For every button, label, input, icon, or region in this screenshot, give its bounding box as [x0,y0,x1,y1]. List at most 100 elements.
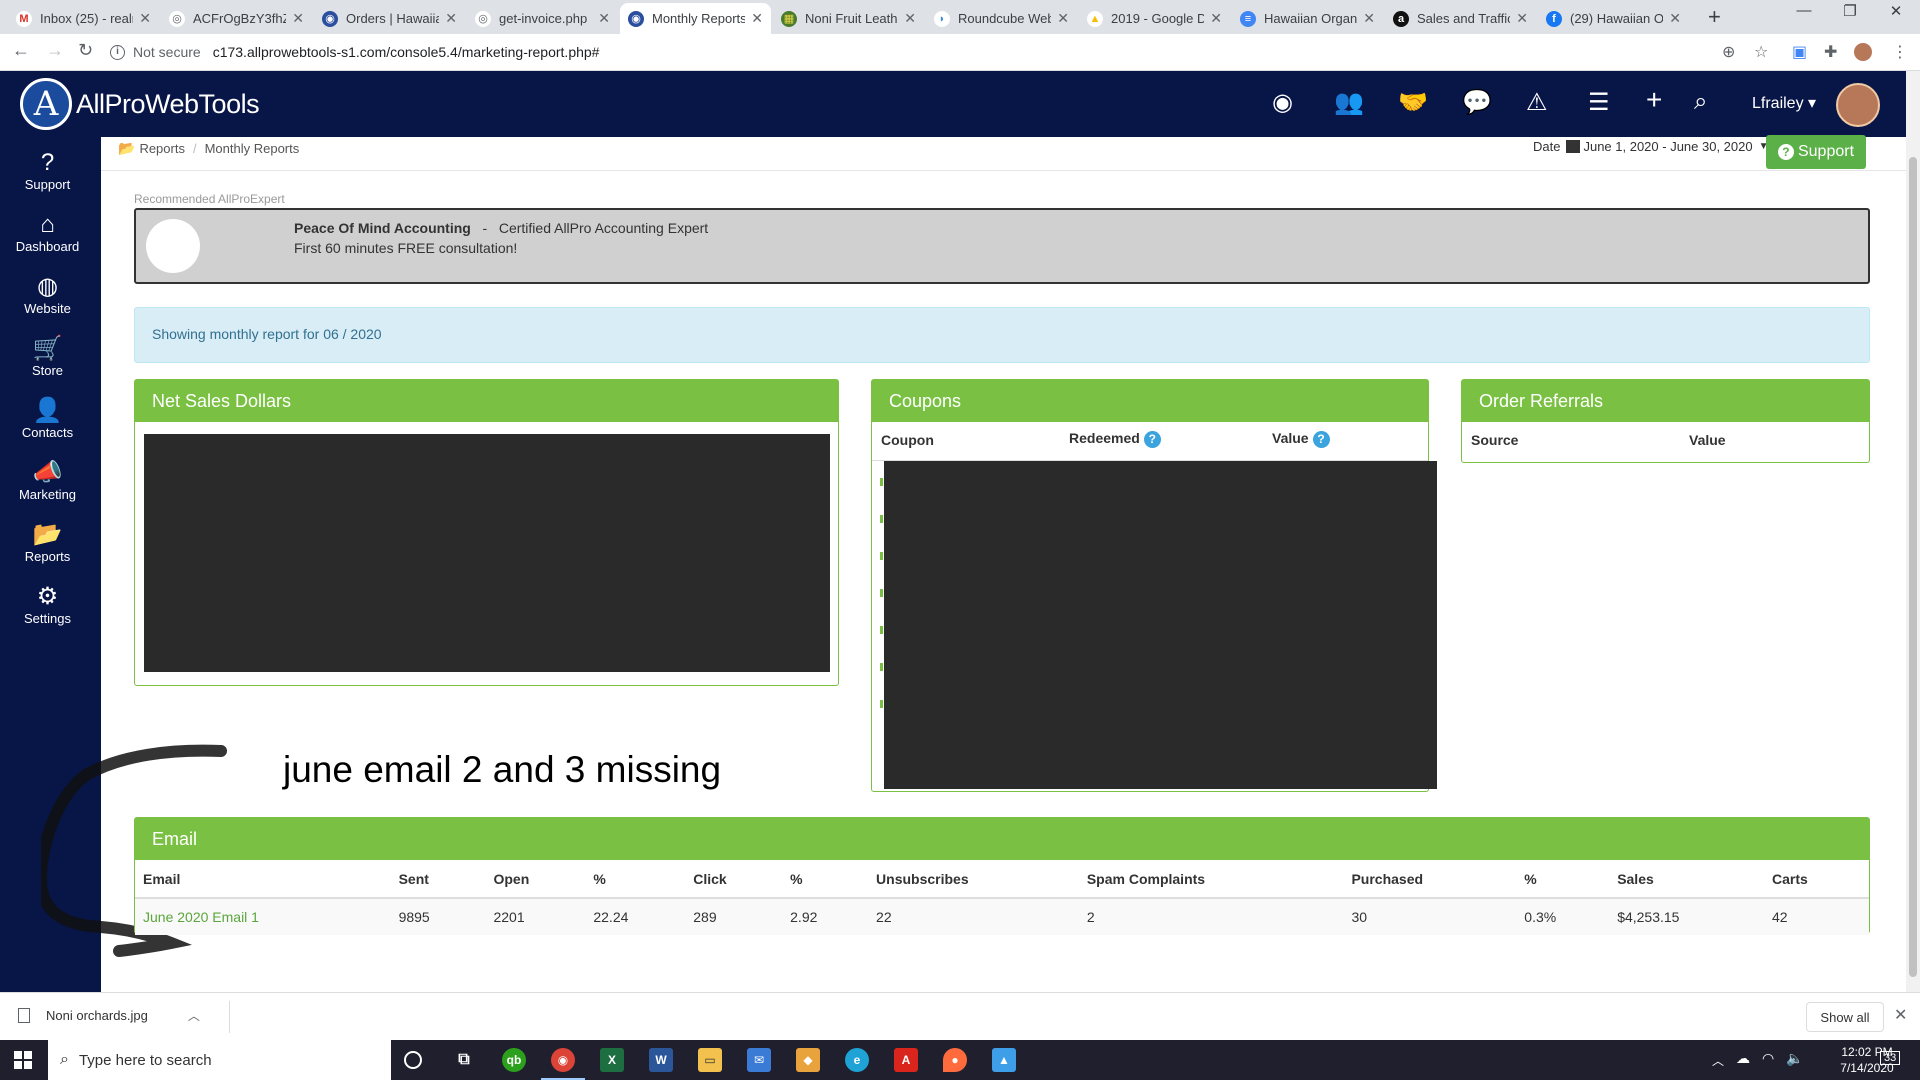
info-icon[interactable]: i [110,44,125,60]
browser-tab[interactable]: ◎ get-invoice.php ✕ [467,3,618,34]
browser-tab[interactable]: ≡ Hawaiian Organ ✕ [1232,3,1383,34]
eye-icon[interactable]: ◉ [1272,88,1293,117]
sidebar-item-website[interactable]: ◍ Website [0,273,95,316]
email-column-header[interactable]: Unsubscribes [868,860,1079,899]
sidebar-item-dashboard[interactable]: ⌂ Dashboard [0,211,95,254]
email-column-header[interactable]: % [1516,860,1610,899]
tab-close-icon[interactable]: ✕ [292,10,304,27]
users-icon[interactable]: 👥 [1334,88,1364,117]
page-scrollbar[interactable] [1906,71,1920,992]
email-column-header[interactable]: Sales [1609,860,1765,899]
recommended-expert-box[interactable]: Peace Of Mind Accounting - Certified All… [134,208,1870,284]
warning-icon[interactable]: ⚠ [1526,88,1548,117]
file-explorer-icon[interactable]: ▭ [698,1048,722,1072]
chat-icon[interactable]: 💬 [1462,88,1492,117]
sidebar-item-reports[interactable]: 📂 Reports [0,521,95,564]
tab-close-icon[interactable]: ✕ [598,10,610,27]
browser-tab[interactable]: ▲ 2019 - Google D ✕ [1079,3,1230,34]
email-column-header[interactable]: Click [685,860,783,899]
browser-tab[interactable]: ◉ Monthly Reports ✕ [620,3,771,34]
tab-close-icon[interactable]: ✕ [1516,10,1528,27]
help-icon[interactable]: ? [1143,431,1161,448]
browser-tab[interactable]: f (29) Hawaiian Or ✕ [1538,3,1689,34]
photos-icon[interactable]: ▲ [992,1048,1016,1072]
user-menu[interactable]: Lfrailey ▾ [1752,93,1816,113]
email-column-header[interactable]: Sent [390,860,486,899]
app-icon[interactable]: ◆ [796,1048,820,1072]
tasks-icon[interactable]: ☰ [1588,88,1610,117]
breadcrumb-reports[interactable]: Reports [139,141,185,156]
close-icon[interactable]: ✕ [1894,1005,1907,1025]
tab-close-icon[interactable]: ✕ [904,10,916,27]
email-column-header[interactable]: Carts [1764,860,1869,899]
volume-icon[interactable]: 🔈 [1786,1050,1803,1067]
bookmark-star-icon[interactable]: ☆ [1754,42,1768,62]
url-text[interactable]: c173.allprowebtools-s1.com/console5.4/ma… [213,44,600,60]
sidebar-item-marketing[interactable]: 📣 Marketing [0,459,95,502]
tab-close-icon[interactable]: ✕ [1669,10,1681,27]
reload-button[interactable]: ↻ [78,40,93,61]
sidebar-item-store[interactable]: 🛒 Store [0,335,95,378]
date-value[interactable]: June 1, 2020 - June 30, 2020 [1583,139,1752,154]
download-filename[interactable]: Noni orchards.jpg [46,1008,148,1023]
email-column-header[interactable]: % [782,860,869,899]
windows-start-icon[interactable] [14,1051,32,1069]
tab-close-icon[interactable]: ✕ [1210,10,1222,27]
chevron-up-icon[interactable]: ︿ [188,1007,200,1024]
search-icon[interactable]: ⌕ [1694,88,1707,116]
browser-tab[interactable]: ◎ ACFrOgBzY3fhZl ✕ [161,3,312,34]
close-window-button[interactable]: ✕ [1868,2,1920,20]
acrobat-icon[interactable]: A [894,1048,918,1072]
tab-close-icon[interactable]: ✕ [445,10,457,27]
browser-tab[interactable]: ▦ Noni Fruit Leathe ✕ [773,3,924,34]
scroll-thumb[interactable] [1909,157,1917,977]
user-avatar[interactable] [1836,83,1880,127]
task-view-icon[interactable]: ⧉ [452,1048,476,1072]
tab-close-icon[interactable]: ✕ [1057,10,1069,27]
zoom-icon[interactable]: ⊕ [1722,42,1735,62]
word-icon[interactable]: W [649,1048,673,1072]
browser-menu-icon[interactable]: ⋮ [1892,42,1908,62]
browser-tab[interactable]: ◗ Roundcube Web ✕ [926,3,1077,34]
browser-tab[interactable]: M Inbox (25) - realr ✕ [8,3,159,34]
paint-icon[interactable]: ● [943,1048,967,1072]
logo[interactable]: A AllProWebTools [20,78,260,130]
help-icon[interactable]: ? [1312,431,1330,448]
support-button[interactable]: ? Support [1766,135,1866,169]
onedrive-icon[interactable]: ☁ [1736,1050,1750,1067]
browser-tab[interactable]: a Sales and Traffic ✕ [1385,3,1536,34]
tab-close-icon[interactable]: ✕ [1363,10,1375,27]
taskbar-search[interactable]: ⌕ Type here to search [48,1040,391,1080]
sidebar-item-support[interactable]: ? Support [0,149,95,192]
browser-tab[interactable]: ◉ Orders | Hawaiian ✕ [314,3,465,34]
show-all-button[interactable]: Show all [1806,1002,1884,1032]
handshake-icon[interactable]: 🤝 [1398,88,1428,117]
tab-close-icon[interactable]: ✕ [751,10,763,27]
extension-icon[interactable]: ▣ [1792,42,1807,62]
email-column-header[interactable]: Purchased [1343,860,1517,899]
profile-avatar-icon[interactable] [1854,43,1872,61]
tray-chevron-icon[interactable]: ︿ [1712,1052,1724,1069]
forward-button[interactable]: → [46,40,64,61]
sidebar-item-settings[interactable]: ⚙ Settings [0,583,95,626]
new-tab-button[interactable]: + [1708,4,1721,30]
excel-icon[interactable]: X [600,1048,624,1072]
quickbooks-icon[interactable]: qb [502,1048,526,1072]
email-column-header[interactable]: Spam Complaints [1078,860,1344,899]
email-campaign-link[interactable]: June 2020 Email 1 [143,909,259,925]
extensions-puzzle-icon[interactable]: ✚ [1824,42,1837,62]
edge-icon[interactable]: e [845,1048,869,1072]
sidebar-item-contacts[interactable]: 👤 Contacts [0,397,95,440]
email-column-header[interactable]: Email [135,860,391,899]
chrome-icon[interactable]: ◉ [541,1048,585,1080]
email-column-header[interactable]: Open [485,860,586,899]
email-column-header[interactable]: % [585,860,686,899]
notifications-icon[interactable]: 33 [1880,1051,1901,1065]
cortana-icon[interactable] [404,1051,422,1069]
date-range-picker[interactable]: Date June 1, 2020 - June 30, 2020 ▼ [1533,139,1769,154]
tab-close-icon[interactable]: ✕ [139,10,151,27]
download-item[interactable]: Noni orchards.jpg ︿ [18,1007,200,1024]
address-bar[interactable]: i Not secure c173.allprowebtools-s1.com/… [110,38,1790,66]
back-button[interactable]: ← [12,40,30,61]
mail-icon[interactable]: ✉ [747,1048,771,1072]
